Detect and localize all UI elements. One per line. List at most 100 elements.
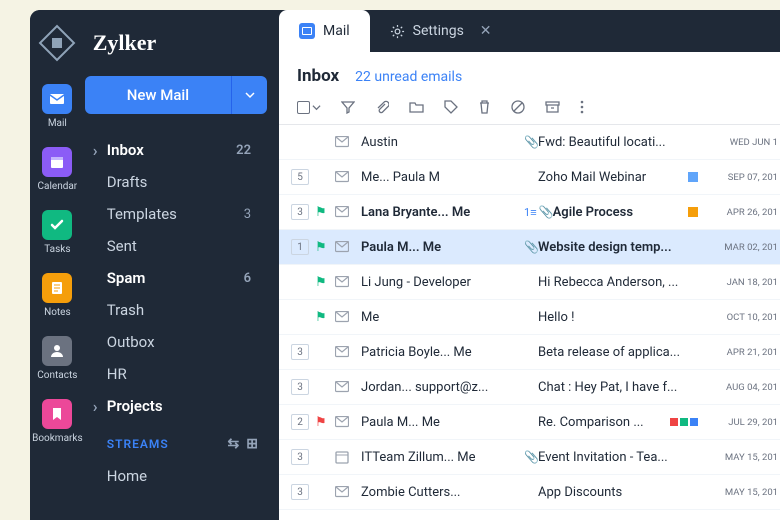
streams-add-icon[interactable]: ⊞ [246, 436, 259, 452]
rail-item-bookmarks[interactable]: Bookmarks [32, 399, 83, 444]
sidebar: Zylker New Mail Inbox22DraftsTemplates3S… [85, 10, 279, 520]
message-from: Austin [361, 135, 516, 150]
rail-item-contacts[interactable]: Contacts [37, 336, 77, 381]
flag-icon[interactable]: ⚑ [315, 275, 329, 290]
thread-count: 5 [291, 169, 309, 185]
message-date: OCT 10, 201 [708, 312, 778, 323]
folder-spam[interactable]: Spam6 [85, 262, 267, 294]
message-row[interactable]: 3⚑Lana Bryante... Me1≡📎Agile ProcessAPR … [279, 195, 780, 230]
message-subject: Website design temp... [538, 240, 680, 255]
compose-group: New Mail [85, 76, 267, 114]
message-from: Li Jung - Developer [361, 275, 516, 290]
message-from: Me [361, 310, 516, 325]
message-date: WED JUN 1 [708, 137, 778, 148]
message-date: JAN 18, 201 [708, 277, 778, 288]
folder-inbox[interactable]: Inbox22 [85, 134, 267, 166]
folder-templates[interactable]: Templates3 [85, 198, 267, 230]
stream-item-home[interactable]: Home [85, 460, 267, 492]
attachment-icon[interactable] [375, 100, 389, 114]
unread-count[interactable]: 22 unread emails [355, 69, 462, 85]
folder-trash[interactable]: Trash [85, 294, 267, 326]
filter-icon[interactable] [341, 100, 355, 114]
thread-count: 3 [291, 379, 309, 395]
archive-icon[interactable] [545, 100, 560, 114]
nav-rail: Mail Calendar Tasks Notes Contacts Bookmarks [30, 10, 85, 520]
message-row[interactable]: 1⚑Paula M... Me📎Website design temp...MA… [279, 230, 780, 265]
close-icon[interactable]: ✕ [480, 23, 492, 39]
thread-count [291, 134, 309, 150]
message-date: JUL 29, 201 [708, 417, 778, 428]
rail-item-calendar[interactable]: Calendar [38, 147, 78, 192]
envelope-icon [335, 486, 351, 498]
brand-name: Zylker [85, 30, 267, 56]
folder-icon[interactable] [409, 100, 424, 114]
mail-icon [299, 23, 315, 39]
content-pane: MailSettings✕ Inbox 22 unread emails Aus… [279, 10, 780, 520]
message-from: Patricia Boyle... Me [361, 345, 516, 360]
contacts-icon [42, 336, 72, 366]
paperclip-icon: 📎 [524, 135, 538, 149]
folder-projects[interactable]: Projects [85, 390, 267, 422]
message-row[interactable]: 3Jordan... support@z...Chat : Hey Pat, I… [279, 370, 780, 405]
folder-list: Inbox22DraftsTemplates3SentSpam6TrashOut… [85, 134, 267, 422]
message-from: Jordan... support@z... [361, 380, 516, 395]
envelope-icon [335, 416, 351, 428]
tags [670, 418, 698, 426]
thread-count: 3 [291, 484, 309, 500]
tab-settings[interactable]: Settings✕ [370, 10, 512, 52]
more-icon[interactable] [580, 100, 584, 114]
flag-icon[interactable]: ⚑ [315, 240, 329, 255]
message-row[interactable]: 3Patricia Boyle... MeBeta release of app… [279, 335, 780, 370]
message-row[interactable]: 5Me... Paula MZoho Mail WebinarSEP 07, 2… [279, 160, 780, 195]
rail-item-notes[interactable]: Notes [42, 273, 72, 318]
message-from: Paula M... Me [361, 240, 516, 255]
message-row[interactable]: 3Zombie Cutters...App DiscountsMAY 15, 2… [279, 475, 780, 510]
message-subject: Event Invitation - Tea... [538, 450, 680, 465]
envelope-icon [335, 381, 351, 393]
streams-settings-icon[interactable]: ⇆ [228, 436, 241, 452]
message-row[interactable]: 2⚑Paula M... MeRe. Comparison ...JUL 29,… [279, 405, 780, 440]
message-date: MAY 15, 201 [708, 487, 778, 498]
envelope-icon [335, 171, 351, 183]
list-header: Inbox 22 unread emails [279, 52, 780, 96]
paperclip-icon: 📎 [539, 205, 553, 219]
rail-item-tasks[interactable]: Tasks [42, 210, 72, 255]
mail-icon [42, 84, 72, 114]
message-from: Me... Paula M [361, 170, 516, 185]
message-subject: Beta release of applica... [538, 345, 680, 360]
calendar-icon [335, 450, 351, 464]
message-subject: Hello ! [538, 310, 680, 325]
app-window: MailCalendarTasksNotesContactsBookmarks … [30, 10, 780, 520]
delete-icon[interactable] [478, 100, 491, 114]
flag-icon[interactable]: ⚑ [315, 310, 329, 325]
folder-outbox[interactable]: Outbox [85, 326, 267, 358]
streams-header[interactable]: STREAMS ⇆ ⊞ [85, 422, 267, 460]
envelope-icon [335, 206, 351, 218]
folder-hr[interactable]: HR [85, 358, 267, 390]
spam-icon[interactable] [511, 100, 525, 114]
message-row[interactable]: 3ITTeam Zillum... Me📎Event Invitation - … [279, 440, 780, 475]
new-mail-button[interactable]: New Mail [85, 76, 231, 114]
rail-item-mail[interactable]: Mail [42, 84, 72, 129]
tag-icon[interactable] [444, 100, 458, 114]
tab-mail[interactable]: Mail [279, 10, 370, 52]
folder-sent[interactable]: Sent [85, 230, 267, 262]
message-row[interactable]: ⚑Li Jung - DeveloperHi Rebecca Anderson,… [279, 265, 780, 300]
envelope-icon [335, 136, 351, 148]
folder-drafts[interactable]: Drafts [85, 166, 267, 198]
tab-bar: MailSettings✕ [279, 10, 780, 52]
message-from: ITTeam Zillum... Me [361, 450, 516, 465]
new-mail-dropdown[interactable] [231, 76, 267, 114]
thread-count [291, 309, 309, 325]
message-subject: App Discounts [538, 485, 680, 500]
select-all-checkbox[interactable] [297, 101, 321, 114]
envelope-icon [335, 276, 351, 288]
flag-icon[interactable]: ⚑ [315, 415, 329, 430]
message-subject: Re. Comparison ... [538, 415, 662, 430]
message-date: APR 26, 201 [708, 207, 778, 218]
message-row[interactable]: ⚑ Me Hello ! OCT 10, 201 [279, 300, 780, 335]
thread-count: 2 [291, 414, 309, 430]
message-row[interactable]: Austin 📎Fwd: Beautiful locati... WED JUN 1 [279, 125, 780, 160]
flag-icon[interactable]: ⚑ [315, 205, 329, 220]
message-subject: Fwd: Beautiful locati... [538, 135, 680, 150]
